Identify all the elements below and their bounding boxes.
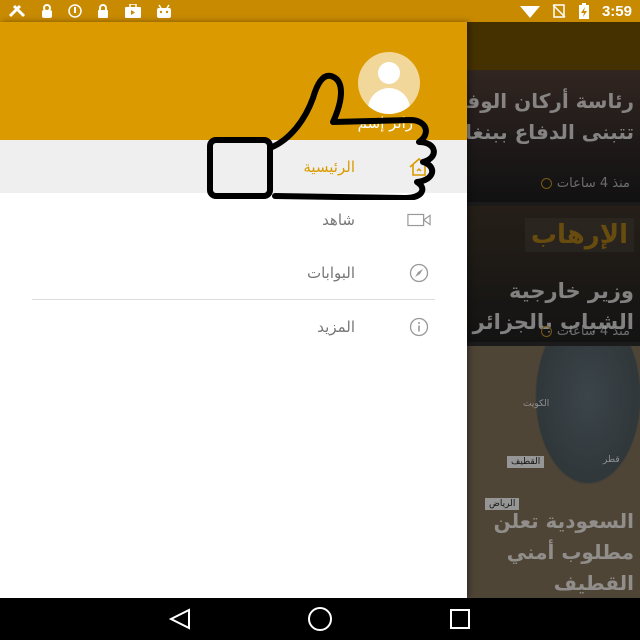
menu-item-label: شاهد (322, 210, 355, 229)
avatar[interactable] (358, 52, 420, 114)
status-clock: 3:59 (601, 2, 632, 20)
menu-item-label: المزيد (317, 317, 355, 336)
briefcase-icon (125, 4, 141, 18)
drawer-scrim[interactable] (467, 22, 640, 598)
navigation-drawer: زائر إسم الرئيسية شاهد البوابات المزيد (0, 22, 467, 598)
compass-icon (407, 263, 431, 283)
battery-charging-icon (578, 3, 589, 19)
lock-icon (42, 4, 52, 18)
menu-item-watch[interactable]: شاهد (0, 193, 467, 246)
home-icon (407, 157, 431, 177)
avatar-head (378, 62, 400, 84)
tools-icon (8, 4, 26, 18)
android-icon (157, 4, 171, 18)
info-icon (68, 4, 82, 18)
status-bar: 3:59 (0, 0, 640, 22)
avatar-body (368, 88, 410, 114)
app-screen: 3:59 رئاسة أركان الوفاق تتبنى الدفاع ببن… (0, 0, 640, 640)
home-circle-icon (308, 607, 332, 631)
menu-item-home[interactable]: الرئيسية (0, 140, 467, 193)
user-name: زائر إسم (357, 114, 413, 132)
recents-icon (450, 609, 470, 629)
info-icon (407, 317, 431, 337)
menu-item-more[interactable]: المزيد (0, 300, 467, 353)
menu-item-label: البوابات (306, 263, 355, 282)
back-button[interactable] (160, 604, 200, 634)
video-icon (407, 210, 431, 230)
system-nav-bar (0, 598, 640, 640)
recents-button[interactable] (440, 604, 480, 634)
drawer-menu: الرئيسية شاهد البوابات المزيد (0, 140, 467, 353)
home-button[interactable] (300, 604, 340, 634)
menu-item-label: الرئيسية (303, 157, 355, 176)
lock-icon (98, 4, 108, 18)
drawer-header: زائر إسم (0, 22, 467, 140)
back-icon (168, 608, 190, 630)
menu-item-portals[interactable]: البوابات (0, 246, 467, 299)
wifi-icon (519, 6, 540, 18)
no-sim-icon (552, 4, 566, 18)
